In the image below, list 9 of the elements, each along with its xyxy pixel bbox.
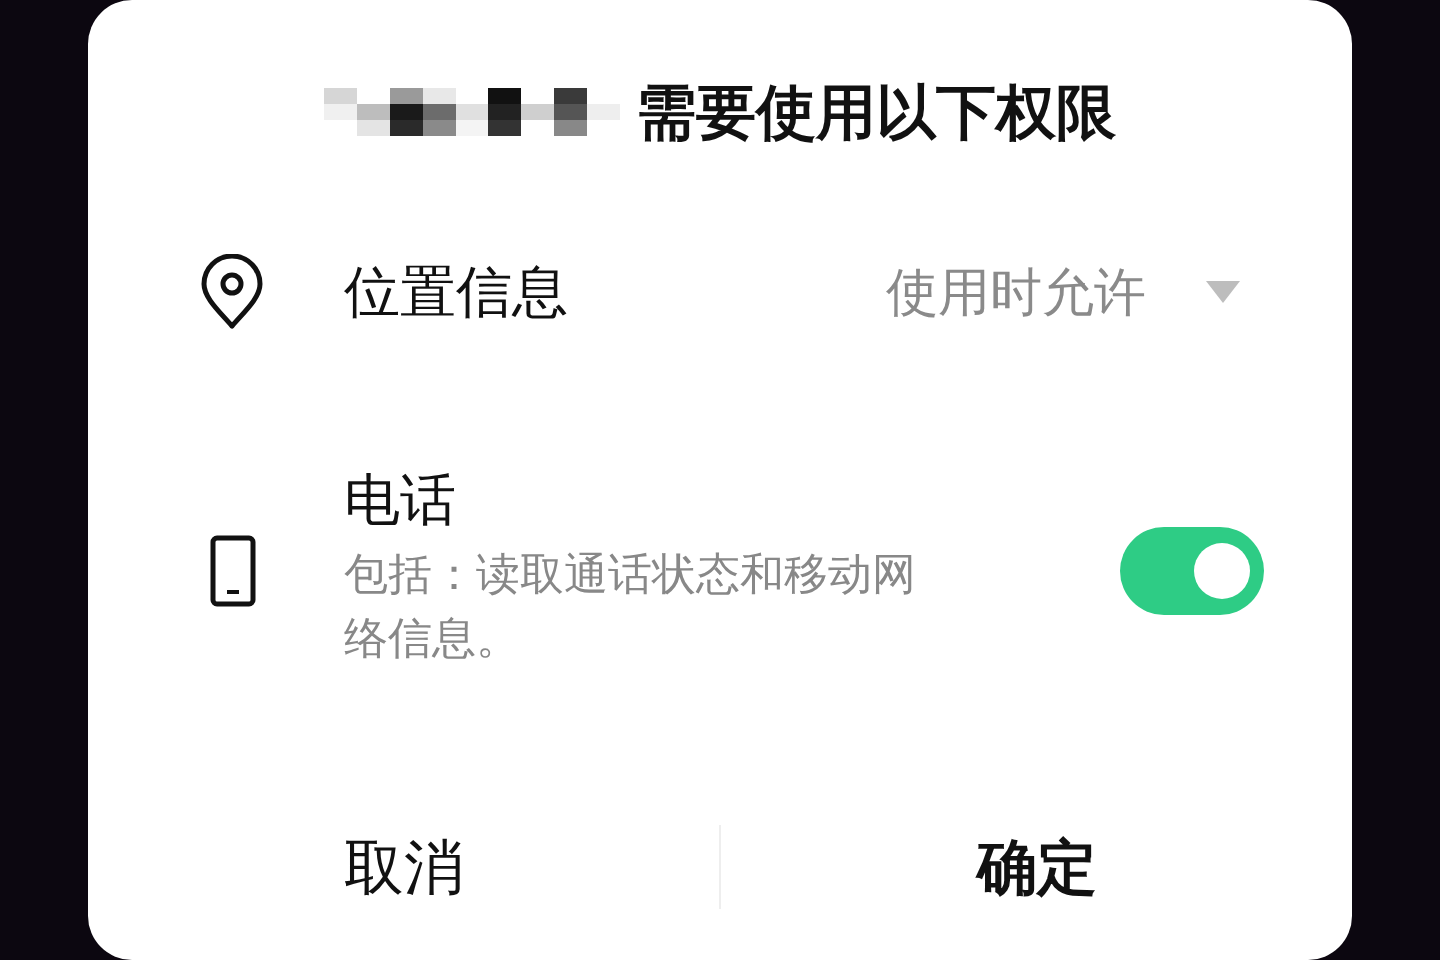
dialog-title: 需要使用以下权限: [636, 82, 1116, 142]
permission-label: 电话: [344, 472, 457, 528]
permission-description: 包括：读取通话状态和移动网络信息。: [344, 547, 917, 665]
location-pin-icon: [200, 254, 264, 330]
confirm-button[interactable]: 确定: [976, 825, 1097, 909]
caret-icon: [1206, 281, 1240, 303]
cancel-button[interactable]: 取消: [343, 825, 464, 909]
phone-icon: [210, 535, 256, 607]
permission-label: 位置信息: [344, 264, 568, 320]
